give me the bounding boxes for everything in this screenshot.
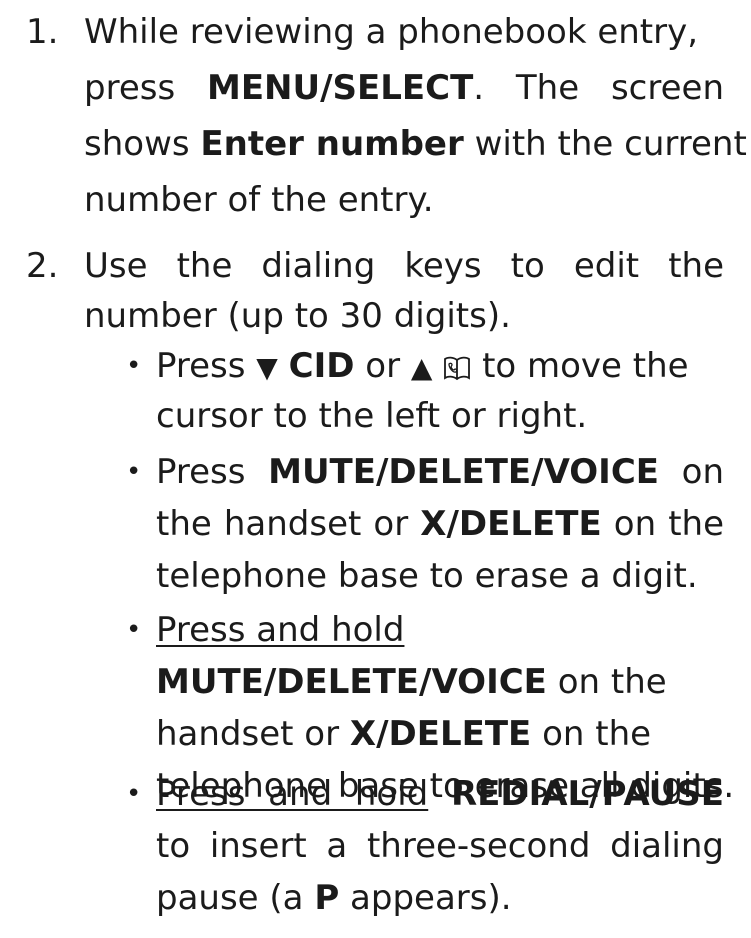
- step-1-line-2: press MENU/SELECT. The screen: [84, 64, 724, 112]
- bullet-1-line-1: Press ▼ CID or ▲ to move the: [156, 342, 724, 392]
- up-triangle-icon: ▲: [410, 351, 433, 384]
- bullet-icon: •: [126, 615, 142, 645]
- text: with the current: [463, 124, 747, 164]
- step-2-line-1: Use the dialing keys to edit the: [84, 242, 724, 290]
- text: to move the: [482, 346, 689, 386]
- bullet-icon: •: [126, 779, 142, 809]
- text: . The screen: [473, 68, 724, 108]
- text: Use the dialing keys to edit the: [84, 246, 724, 286]
- text: on the: [601, 504, 724, 544]
- phonebook-icon: [444, 356, 471, 381]
- text: number of the entry.: [84, 180, 434, 220]
- key-name: CID: [288, 346, 355, 386]
- step-1-line-1: While reviewing a phonebook entry,: [84, 8, 724, 56]
- bullet-2-line-3: telephone base to erase a digit.: [156, 552, 724, 600]
- step-1-line-4: number of the entry.: [84, 176, 724, 224]
- bullet-3-line-2: MUTE/DELETE/VOICE on the: [156, 658, 724, 706]
- bullet-3-line-1: Press and hold: [156, 606, 724, 654]
- text: handset or: [156, 714, 350, 754]
- text: the handset or: [156, 504, 421, 544]
- text: on the: [546, 662, 667, 702]
- step-number: 2.: [26, 246, 59, 286]
- text: to insert a three-second dialing: [156, 826, 724, 866]
- key-name: X/DELETE: [420, 504, 602, 544]
- text: telephone base to erase a digit.: [156, 556, 698, 596]
- text: shows: [84, 124, 201, 164]
- step-1-line-3: shows Enter number with the current: [84, 120, 747, 168]
- key-name: P: [314, 878, 340, 918]
- bullet-2-line-2: the handset or X/DELETE on the: [156, 500, 724, 548]
- step-number: 1.: [26, 12, 59, 52]
- text: appears).: [339, 878, 512, 918]
- emphasis-text: Press and hold: [156, 774, 429, 814]
- text: Press: [156, 346, 246, 386]
- text: press: [84, 68, 207, 108]
- bullet-3-line-3: handset or X/DELETE on the: [156, 710, 724, 758]
- down-triangle-icon: ▼: [256, 351, 278, 384]
- key-name: MUTE/DELETE/VOICE: [268, 452, 660, 492]
- text: While reviewing a phonebook entry,: [84, 12, 699, 52]
- bullet-4-line-1: Press and hold REDIAL/PAUSE: [156, 770, 724, 818]
- key-name: X/DELETE: [349, 714, 532, 754]
- text: on: [659, 452, 724, 492]
- emphasis-text: Press and hold: [156, 610, 405, 650]
- bullet-1-line-2: cursor to the left or right.: [156, 392, 724, 440]
- instruction-page: 1. While reviewing a phonebook entry, pr…: [0, 0, 751, 938]
- step-2-line-2: number (up to 30 digits).: [84, 292, 724, 340]
- key-name: MUTE/DELETE/VOICE: [156, 662, 547, 702]
- key-name: MENU/SELECT: [206, 68, 474, 108]
- screen-text: Enter number: [200, 124, 464, 164]
- bullet-2-line-1: Press MUTE/DELETE/VOICE on: [156, 448, 724, 496]
- bullet-icon: •: [126, 351, 142, 381]
- text: pause (a: [156, 878, 315, 918]
- text: number (up to 30 digits).: [84, 296, 511, 336]
- key-name: REDIAL/PAUSE: [450, 774, 724, 814]
- bullet-4-line-3: pause (a P appears).: [156, 874, 724, 922]
- text: Press: [156, 452, 269, 492]
- text: or: [365, 346, 401, 386]
- text: cursor to the left or right.: [156, 396, 588, 436]
- bullet-icon: •: [126, 457, 142, 487]
- text: on the: [531, 714, 652, 754]
- bullet-4-line-2: to insert a three-second dialing: [156, 822, 724, 870]
